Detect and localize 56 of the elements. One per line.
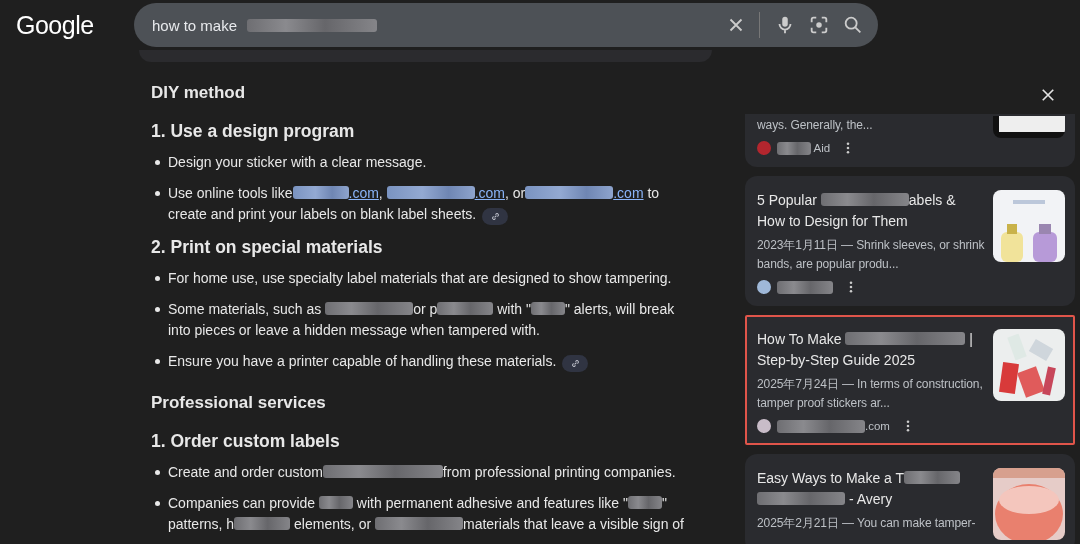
bullet-text: Some materials, such as or p with " " alerts, will break into pieces or leave a hidden message when tampered with.	[168, 300, 676, 340]
result-card[interactable]: How To Make | Step-by-Step Guide 2025 2025年7月24日 — In terms of construction, tamper proof stickers ar... .com	[745, 315, 1075, 445]
search-icon[interactable]	[842, 14, 864, 36]
source-name: Aid	[812, 142, 831, 154]
bullet-text: For home use, use specialty label materials that are designed to show tampering.	[168, 269, 672, 288]
bullet-text: Ensure you have a printer capable of handling these materials.	[168, 351, 589, 372]
redaction-blur	[437, 302, 494, 315]
more-options-icon[interactable]	[846, 142, 851, 154]
link[interactable]: .com	[474, 185, 505, 201]
source-link-button[interactable]	[482, 208, 509, 225]
bullet-icon	[155, 191, 160, 196]
redaction-blur	[904, 471, 961, 484]
link-icon	[489, 211, 501, 222]
result-title[interactable]: Easy Ways to Make a T - Avery	[757, 468, 985, 510]
camera-lens-icon[interactable]	[808, 14, 830, 36]
result-snippet: ways. Generally, the...	[757, 117, 874, 134]
section-heading: Professional services	[151, 393, 327, 413]
redaction-blur	[292, 186, 349, 199]
result-card[interactable]: Easy Ways to Make a T - Avery 2025年2月21日 — You can make tamper-	[745, 454, 1075, 544]
bullet-icon	[155, 160, 160, 165]
bullet-icon	[155, 276, 160, 281]
result-snippet: 2025年2月21日 — You can make tamper-	[757, 515, 977, 532]
close-icon[interactable]	[1039, 86, 1057, 104]
bullet-icon	[155, 501, 160, 506]
source-name: .com	[865, 420, 890, 432]
redaction-blur	[628, 496, 662, 509]
bullet-icon	[155, 359, 160, 364]
step-heading: 2. Print on special materials	[151, 237, 384, 258]
result-title[interactable]: How To Make | Step-by-Step Guide 2025	[757, 329, 985, 371]
link[interactable]: .com	[613, 185, 644, 201]
redaction-blur	[234, 517, 291, 530]
google-logo[interactable]: Google	[0, 10, 134, 40]
result-title[interactable]: 5 Popular abels & How to Design for Them	[757, 190, 985, 232]
step-heading: 1. Order custom labels	[151, 431, 341, 452]
bullet-text: Design your sticker with a clear message.	[168, 153, 427, 172]
more-options-icon[interactable]	[905, 420, 910, 432]
result-snippet: 2023年1月11日 — Shrink sleeves, or shrink bands, are popular produ...	[757, 237, 985, 273]
step-heading: 1. Use a design program	[151, 121, 356, 142]
result-card[interactable]: ways. Generally, the... Aid	[745, 114, 1075, 167]
bullet-icon	[155, 307, 160, 312]
redaction-blur	[777, 280, 833, 294]
bullet-text: Use online tools like .com, .com, or .com to create and print your labels on blank label sheets.	[168, 183, 696, 225]
redaction-blur	[319, 496, 353, 509]
bullet-text: Companies can provide with permanent adhesive and features like " " patterns, h elements, or materials that leave a visible sign of	[168, 494, 685, 534]
result-card[interactable]: 5 Popular abels & How to Design for Them 2023年1月11日 — Shrink sleeves, or shrink bands, are popular produ...	[745, 176, 1075, 306]
redaction-blur	[777, 141, 811, 155]
more-options-icon[interactable]	[849, 281, 853, 293]
result-snippet: 2025年7月24日 — In terms of construction, tamper proof stickers ar...	[757, 376, 984, 412]
section-heading: DIY method	[151, 83, 247, 103]
search-field[interactable]: how to make	[134, 3, 878, 47]
link[interactable]: .com	[348, 185, 379, 201]
bullet-icon	[155, 470, 160, 475]
link-icon	[569, 358, 581, 369]
bullet-text: Create and order custom from professional printing companies.	[168, 463, 676, 482]
source-link-button[interactable]	[562, 355, 589, 372]
redaction-blur	[530, 302, 565, 315]
